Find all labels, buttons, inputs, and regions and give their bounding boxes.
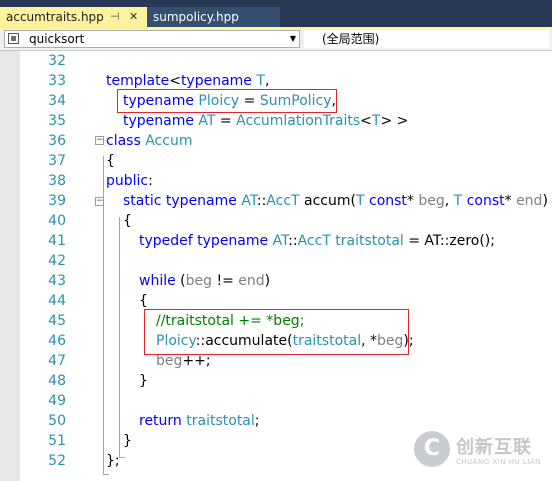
- code-line-36: class Accum: [106, 133, 193, 149]
- code-line-43: while (beg != end): [139, 273, 271, 289]
- code-line-51: }: [123, 433, 132, 449]
- code-line-33: template<typename T,: [106, 73, 270, 89]
- scope-value: quicksort: [29, 32, 85, 46]
- line-number: 48: [48, 373, 66, 389]
- scope-dropdown[interactable]: quicksort ▼: [4, 30, 300, 48]
- code-line-48: }: [139, 373, 148, 389]
- collapse-function-icon[interactable]: −: [95, 197, 104, 206]
- code-line-50: return traitstotal;: [139, 413, 260, 429]
- line-number: 42: [48, 253, 66, 269]
- navigation-bar: quicksort ▼ (全局范围): [0, 29, 552, 51]
- line-number: 45: [48, 313, 66, 329]
- line-number: 39: [48, 193, 66, 209]
- code-line-40: {: [123, 213, 132, 229]
- watermark: C 创新互联 CHUANG XIN HU LIAN: [408, 425, 552, 481]
- line-number: 33: [48, 73, 66, 89]
- watermark-name-cn: 创新互联: [456, 437, 532, 458]
- line-number: 44: [48, 293, 66, 309]
- watermark-logo: C: [414, 431, 450, 467]
- project-icon: [8, 33, 19, 44]
- code-line-35: typename AT = AccumlationTraits<T> >: [123, 113, 409, 129]
- line-number: 50: [48, 413, 66, 429]
- collapse-class-icon[interactable]: −: [95, 136, 104, 145]
- fold-guide-end: [103, 474, 109, 475]
- line-number: 34: [48, 93, 66, 109]
- close-icon[interactable]: ✕: [129, 7, 138, 27]
- line-number: 36: [48, 133, 66, 149]
- code-line-52: };: [106, 453, 120, 469]
- code-line-38: public:: [106, 173, 153, 189]
- line-number: 40: [48, 213, 66, 229]
- line-number: 52: [48, 453, 66, 469]
- member-dropdown[interactable]: (全局范围): [304, 30, 549, 48]
- line-number: 49: [48, 393, 66, 409]
- chevron-down-icon[interactable]: ▼: [290, 31, 296, 47]
- line-number: 41: [48, 233, 66, 249]
- line-number: 43: [48, 273, 66, 289]
- tab-label: sumpolicy.hpp: [153, 10, 239, 24]
- code-line-39: static typename AT::AccT accum(T const* …: [123, 193, 548, 209]
- code-line-41: typedef typename AT::AccT traitstotal = …: [139, 233, 495, 249]
- line-number: 32: [48, 53, 66, 69]
- watermark-name-en: CHUANG XIN HU LIAN: [456, 458, 541, 466]
- tab-label: accumtraits.hpp: [6, 10, 104, 24]
- document-tab-strip: accumtraits.hpp ⊣ ✕ sumpolicy.hpp: [0, 0, 552, 29]
- tab-accumtraits[interactable]: accumtraits.hpp ⊣ ✕: [0, 7, 147, 27]
- code-line-37: {: [106, 153, 115, 169]
- line-number: 47: [48, 353, 66, 369]
- line-number: 38: [48, 173, 66, 189]
- line-number: 35: [48, 113, 66, 129]
- code-editor[interactable]: 32 33 34 35 36 37 38 39 40 41 42 43 44 4…: [0, 51, 552, 481]
- highlight-box-policy-param: [117, 89, 337, 113]
- tab-sumpolicy[interactable]: sumpolicy.hpp: [147, 7, 280, 27]
- highlight-box-accumulate-call: [144, 309, 409, 355]
- line-number: 46: [48, 333, 66, 349]
- code-line-44: {: [139, 293, 148, 309]
- line-number: 37: [48, 153, 66, 169]
- member-value: (全局范围): [322, 32, 380, 46]
- pin-icon[interactable]: ⊣: [110, 7, 120, 27]
- line-number: 51: [48, 433, 66, 449]
